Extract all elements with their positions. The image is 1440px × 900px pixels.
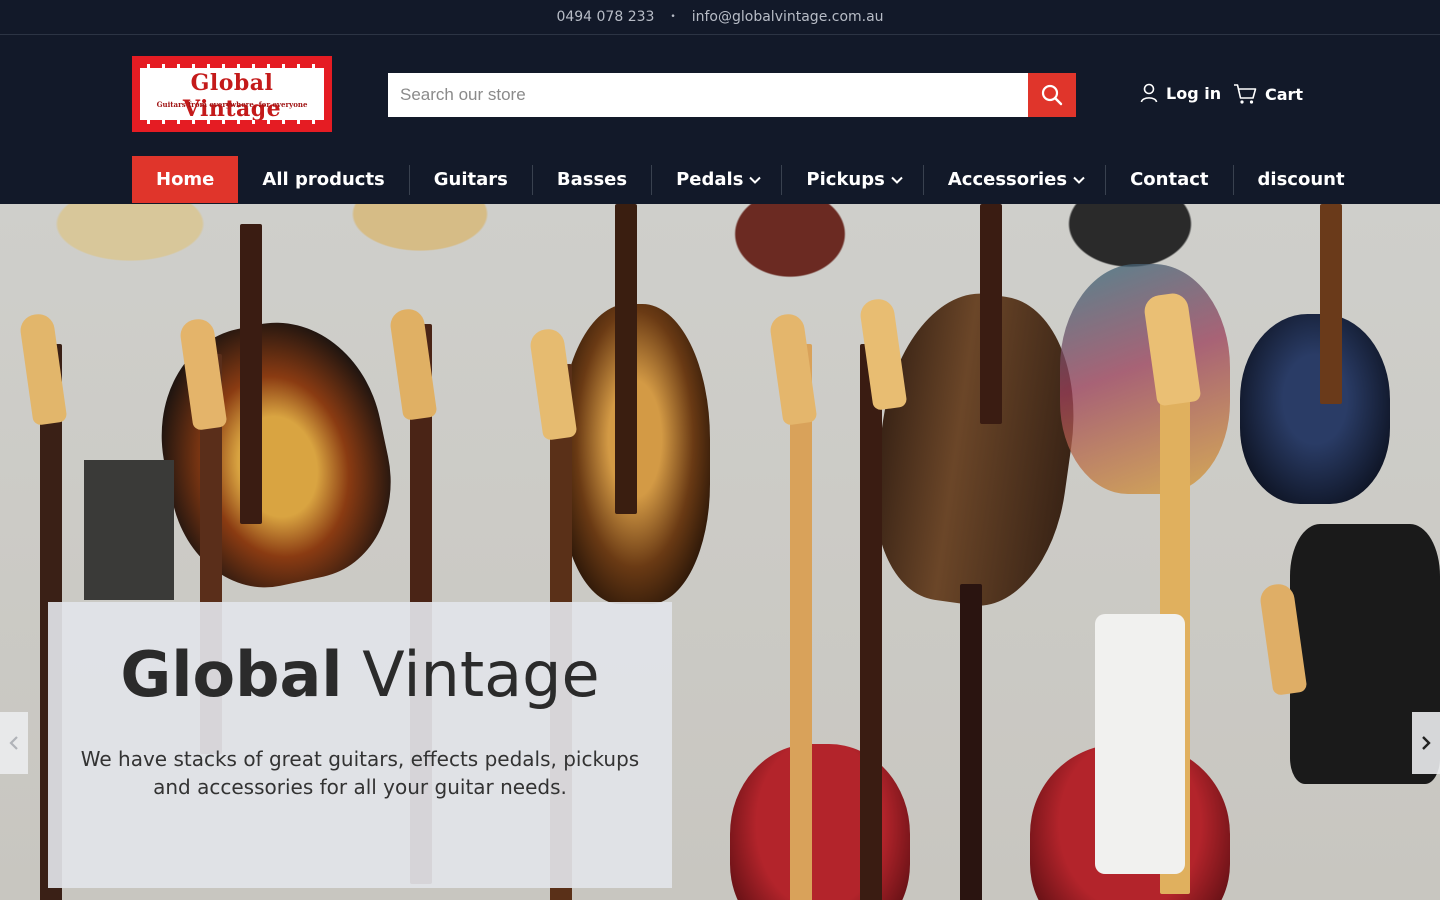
cart-icon [1234,84,1257,104]
nav-item-home[interactable]: Home [132,156,239,203]
hero-title: Global Vintage [48,638,672,711]
logo-tagline: Guitars from everywhere, for everyone [156,100,308,109]
nav-label-pedals: Pedals [676,169,744,190]
nav-item-pickups[interactable]: Pickups [782,156,922,203]
nav-label-guitars: Guitars [433,169,508,190]
main-navigation: Home All products Guitars Basses Pedals … [132,156,1369,203]
nav-item-all-products[interactable]: All products [238,156,408,203]
hero-description: We have stacks of great guitars, effects… [80,747,640,799]
separator-dot: • [670,12,676,22]
login-link[interactable]: Log in [1140,83,1221,103]
nav-label-all-products: All products [262,169,385,190]
logo-plate: Global Vintage Guitars from everywhere, … [140,64,324,124]
nav-item-contact[interactable]: Contact [1106,156,1232,203]
hero-title-bold: Global [120,638,343,711]
phone-number[interactable]: 0494 078 233 [556,9,654,25]
email-link[interactable]: info@globalvintage.com.au [692,9,884,25]
nav-label-home: Home [156,169,215,190]
search-input[interactable] [388,73,1028,117]
announcement-bar: 0494 078 233 • info@globalvintage.com.au [0,0,1440,35]
search-form [388,73,1076,117]
hero-caption-card: Global Vintage We have stacks of great g… [48,602,672,888]
store-logo[interactable]: Global Vintage Guitars from everywhere, … [132,56,332,132]
nav-label-discount: discount [1257,169,1345,190]
nav-label-pickups: Pickups [806,169,885,190]
nav-label-contact: Contact [1130,169,1209,190]
search-icon [1041,84,1063,106]
chevron-down-icon [891,176,903,184]
cart-link[interactable]: Cart [1233,83,1303,105]
login-label: Log in [1166,83,1222,103]
nav-item-basses[interactable]: Basses [533,156,651,203]
search-button[interactable] [1028,73,1076,117]
hero-slideshow: Global Vintage We have stacks of great g… [0,204,1440,900]
chevron-down-icon [1073,176,1085,184]
cart-label: Cart [1265,84,1304,104]
nav-label-basses: Basses [556,169,628,190]
chevron-right-icon [1422,736,1431,750]
chevron-down-icon [749,176,762,184]
slideshow-next-button[interactable] [1412,712,1440,774]
nav-item-guitars[interactable]: Guitars [410,156,532,203]
slideshow-prev-button[interactable] [0,712,28,774]
chevron-left-icon [9,736,18,750]
nav-item-accessories[interactable]: Accessories [924,156,1105,203]
hero-title-light: Vintage [362,638,600,711]
logo-title: Global Vintage [182,70,282,122]
nav-label-accessories: Accessories [947,169,1068,190]
nav-item-pedals[interactable]: Pedals [652,156,781,203]
site-header: Global Vintage Guitars from everywhere, … [0,35,1440,203]
user-icon [1140,83,1158,103]
nav-item-discount[interactable]: discount [1234,156,1369,203]
